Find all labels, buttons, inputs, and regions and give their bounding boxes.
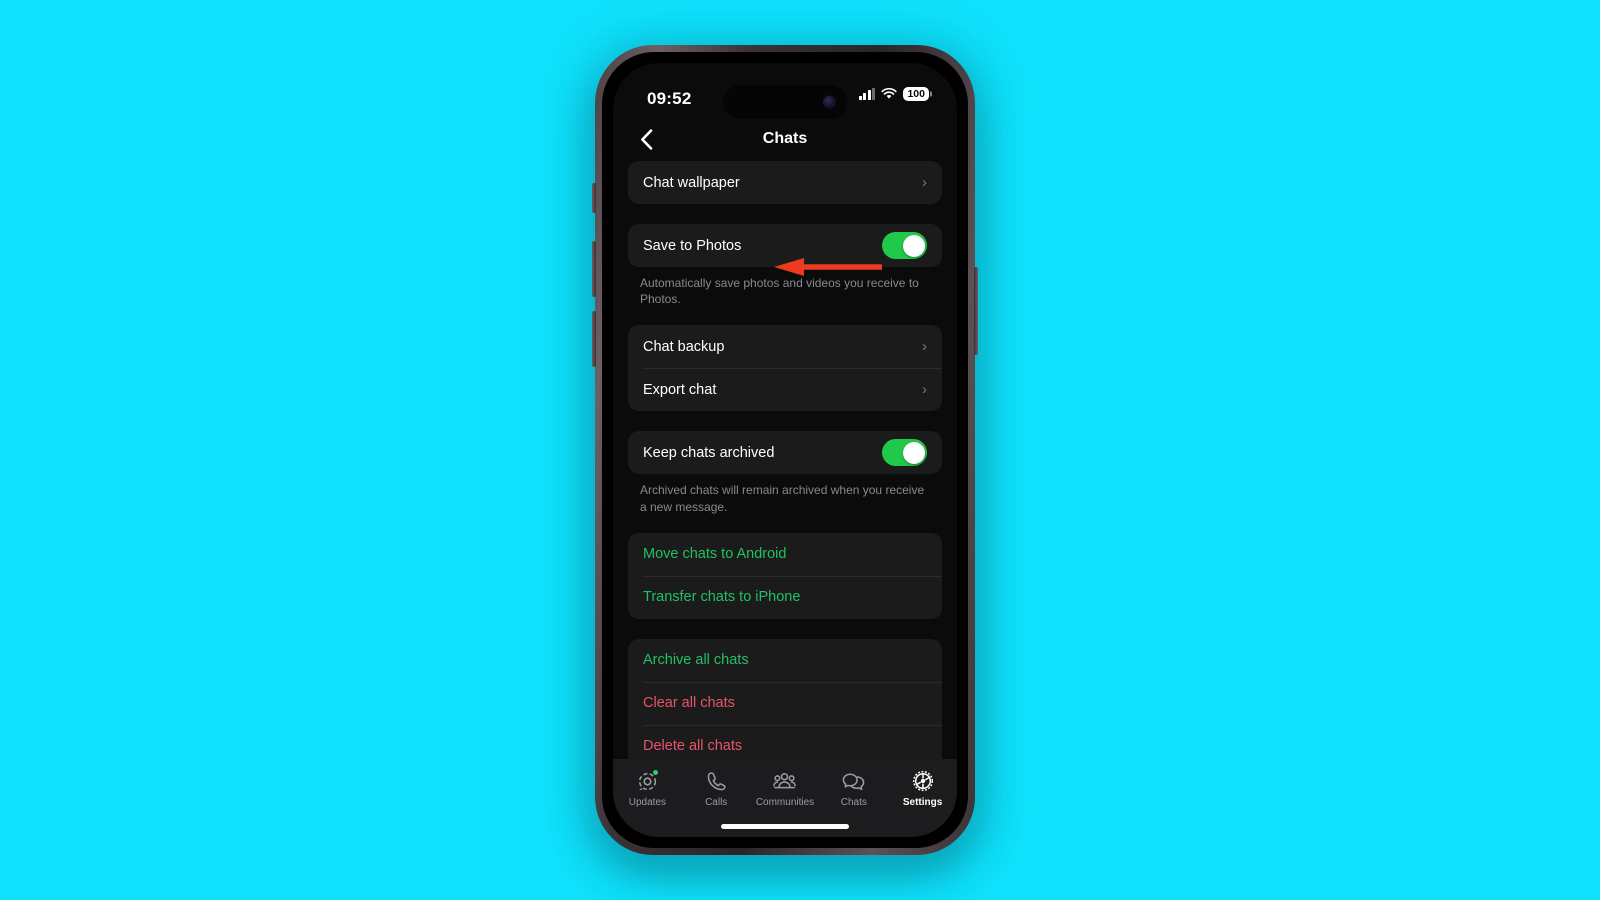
tab-updates[interactable]: Updates [613,768,682,808]
home-indicator [721,824,849,829]
chevron-left-icon[interactable] [631,124,661,154]
settings-row-chat-backup[interactable]: Chat backup › [628,325,942,368]
battery-level-indicator: 100 [903,87,929,101]
chevron-right-icon: › [922,381,927,399]
chevron-right-icon: › [922,338,927,356]
status-bar-time: 09:52 [647,89,692,108]
toggle-knob [902,234,925,257]
settings-row-label: Move chats to Android [643,546,787,563]
tab-settings[interactable]: Settings [888,768,957,808]
communities-people-icon [772,768,798,794]
volume-up-button[interactable] [592,241,596,297]
tab-label: Settings [902,797,943,808]
settings-row-chat-wallpaper[interactable]: Chat wallpaper › [628,161,942,204]
navigation-header: Chats [613,117,957,161]
power-button[interactable] [974,267,978,355]
settings-row-label: Keep chats archived [643,444,775,461]
tab-label: Chats [840,797,867,808]
gear-icon [910,768,936,794]
settings-group-backup: Chat backup › Export chat › [628,325,942,412]
settings-row-label: Transfer chats to iPhone [643,589,801,606]
chat-bubbles-icon [841,768,867,794]
tab-label: Communities [755,797,815,808]
settings-row-clear-all-chats[interactable]: Clear all chats [628,681,942,725]
settings-row-export-chat[interactable]: Export chat › [628,368,942,411]
phone-icon [703,768,729,794]
settings-group-keep-archived: Keep chats archived [628,431,942,475]
tab-chats[interactable]: Chats [819,768,888,808]
status-bar: 09:52 100 [613,63,957,119]
status-bar-indicators: 100 [858,87,929,101]
chevron-right-icon: › [922,174,927,191]
phone-bezel: 09:52 100 Chats Chat wallpaper › Save to… [602,52,968,848]
updates-status-icon [634,768,660,794]
settings-row-label: Clear all chats [643,695,735,712]
settings-group-bulk-actions: Archive all chats Clear all chats Delete… [628,638,942,768]
settings-row-archive-all-chats[interactable]: Archive all chats [628,639,942,682]
settings-row-label: Archive all chats [643,652,749,669]
wifi-icon [881,87,898,99]
settings-group-save-photos: Save to Photos [628,224,942,267]
settings-footnote-keep-archived: Archived chats will remain archived when… [640,483,925,514]
phone-device-frame: 09:52 100 Chats Chat wallpaper › Save to… [592,45,978,855]
page-title: Chats [762,130,808,147]
settings-scroll-area[interactable]: Chat wallpaper › Save to Photos Automati… [613,161,957,837]
cellular-signal-icon [858,87,876,100]
save-to-photos-toggle[interactable] [882,232,927,259]
dynamic-island [723,85,847,119]
settings-row-move-chats-to-android[interactable]: Move chats to Android [628,533,942,576]
tab-calls[interactable]: Calls [682,768,751,808]
silent-switch-button[interactable] [592,183,596,213]
settings-row-save-to-photos[interactable]: Save to Photos [628,224,942,267]
phone-screen: 09:52 100 Chats Chat wallpaper › Save to… [613,63,957,837]
volume-down-button[interactable] [592,311,596,367]
toggle-knob [902,441,925,464]
tab-label: Updates [628,797,667,808]
settings-group-transfer: Move chats to Android Transfer chats to … [628,532,942,619]
tab-communities[interactable]: Communities [751,768,820,808]
settings-group-wallpaper: Chat wallpaper › [628,161,942,204]
keep-chats-archived-toggle[interactable] [882,439,927,467]
settings-row-keep-chats-archived[interactable]: Keep chats archived [628,431,942,474]
settings-row-label: Export chat [643,381,717,398]
front-camera-icon [823,95,836,109]
settings-footnote-save-photos: Automatically save photos and videos you… [640,276,919,307]
settings-row-label: Delete all chats [643,738,743,755]
settings-row-transfer-chats-to-iphone[interactable]: Transfer chats to iPhone [628,575,942,619]
settings-row-label: Chat wallpaper [643,174,740,191]
settings-row-label: Save to Photos [643,237,742,254]
tab-label: Calls [705,797,728,808]
settings-row-label: Chat backup [643,338,725,355]
